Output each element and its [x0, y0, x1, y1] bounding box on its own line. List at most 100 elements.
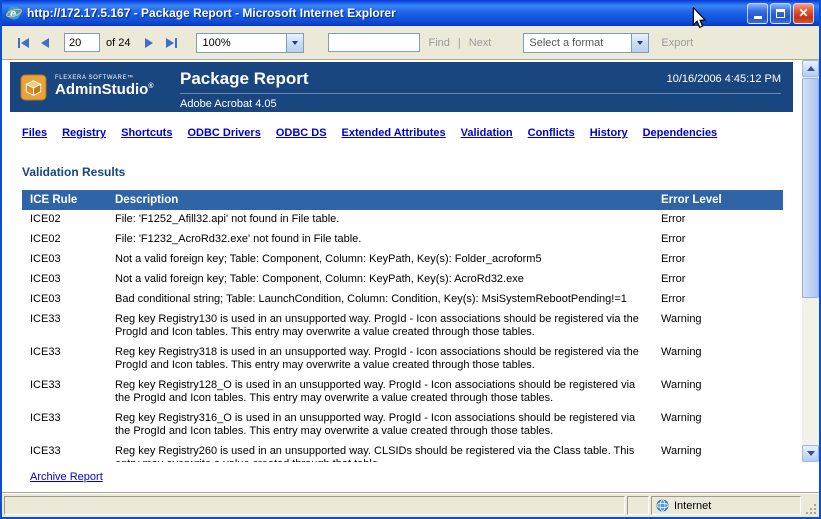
last-page-icon [175, 38, 177, 48]
first-page-icon [18, 38, 20, 48]
description-cell: Not a valid foreign key; Table: Componen… [107, 270, 653, 290]
report-nav-link[interactable]: Extended Attributes [342, 127, 446, 139]
format-value: Select a format [524, 37, 631, 49]
col-description: Description [107, 190, 653, 210]
validation-results-table: ICE Rule Description Error Level ICE02 F… [22, 190, 783, 462]
error-level-cell: Error [653, 210, 783, 230]
window-title: http://172.17.5.167 - Package Report - M… [27, 6, 742, 20]
ice-rule-cell: ICE33 [22, 409, 107, 442]
description-cell: Reg key Registry260 is used in an unsupp… [107, 442, 653, 462]
status-secondary-pane [627, 496, 649, 515]
format-select[interactable]: Select a format [523, 33, 649, 53]
table-row: ICE02 File: 'F1232_AcroRd32.exe' not fou… [22, 230, 783, 250]
find-link[interactable]: Find [428, 37, 449, 49]
zone-label: Internet [674, 500, 711, 512]
find-input[interactable] [328, 33, 420, 52]
zoom-dropdown-button[interactable] [286, 34, 303, 52]
error-level-cell: Warning [653, 409, 783, 442]
package-name: Adobe Acrobat 4.05 [180, 94, 781, 110]
report-nav-link[interactable]: Files [22, 127, 47, 139]
report-title: Package Report [180, 69, 309, 89]
error-level-cell: Error [653, 270, 783, 290]
table-row: ICE33 Reg key Registry128_O is used in a… [22, 376, 783, 409]
section-title: Validation Results [22, 165, 802, 179]
report-nav-link[interactable]: Shortcuts [121, 127, 172, 139]
report-nav-link[interactable]: Registry [62, 127, 106, 139]
description-cell: Reg key Registry316_O is used in an unsu… [107, 409, 653, 442]
scrollbar-track[interactable] [802, 299, 819, 445]
error-level-cell: Error [653, 250, 783, 270]
error-level-cell: Error [653, 290, 783, 310]
globe-icon [656, 499, 669, 512]
ice-rule-cell: ICE33 [22, 343, 107, 376]
scroll-up-button[interactable] [802, 60, 819, 77]
resize-grip[interactable] [803, 496, 817, 515]
error-level-cell: Error [653, 230, 783, 250]
zoom-select[interactable]: 100% [196, 33, 304, 53]
maximize-button[interactable] [770, 3, 791, 24]
report-nav-link[interactable]: Dependencies [643, 127, 718, 139]
col-error-level: Error Level [653, 190, 783, 210]
report-timestamp: 10/16/2006 4:45:12 PM [667, 73, 781, 85]
last-page-arrow-icon [166, 38, 174, 48]
description-cell: Not a valid foreign key; Table: Componen… [107, 250, 653, 270]
description-cell: Reg key Registry318 is used in an unsupp… [107, 343, 653, 376]
report-nav-link[interactable]: History [590, 127, 628, 139]
scroll-up-icon [807, 66, 815, 71]
archive-report-link[interactable]: Archive Report [30, 471, 103, 483]
chevron-down-icon [292, 41, 298, 45]
table-row: ICE02 File: 'F1252_Afill32.api' not foun… [22, 210, 783, 230]
ice-rule-cell: ICE03 [22, 250, 107, 270]
next-link[interactable]: Next [469, 37, 492, 49]
table-row: ICE33 Reg key Registry318 is used in an … [22, 343, 783, 376]
ice-rule-cell: ICE03 [22, 290, 107, 310]
ice-rule-cell: ICE02 [22, 230, 107, 250]
description-cell: File: 'F1252_Afill32.api' not found in F… [107, 210, 653, 230]
report-nav-link[interactable]: ODBC Drivers [187, 127, 260, 139]
maximize-icon [776, 9, 785, 18]
table-row: ICE33 Reg key Registry130 is used in an … [22, 310, 783, 343]
report-nav-link[interactable]: ODBC DS [276, 127, 327, 139]
zoom-value: 100% [197, 37, 286, 49]
close-button[interactable]: ✕ [793, 3, 814, 24]
page-count-label: of 24 [106, 37, 130, 49]
minimize-button[interactable] [747, 3, 768, 24]
ice-rule-cell: ICE33 [22, 442, 107, 462]
page-number-input[interactable] [64, 33, 100, 52]
report-toolbar: of 24 100% Find | Next Select a format E… [2, 26, 819, 60]
first-page-button[interactable] [12, 33, 34, 53]
report-nav-link[interactable]: Validation [461, 127, 513, 139]
ice-rule-cell: ICE02 [22, 210, 107, 230]
report-nav-link[interactable]: Conflicts [528, 127, 575, 139]
format-dropdown-button[interactable] [631, 34, 648, 52]
ice-rule-cell: ICE33 [22, 376, 107, 409]
table-row: ICE03 Not a valid foreign key; Table: Co… [22, 270, 783, 290]
scrollbar-thumb[interactable] [802, 78, 819, 298]
report-viewport: FLEXERA SOFTWARE™ AdminStudio® Package R… [2, 60, 819, 462]
first-page-arrow-icon [21, 38, 29, 48]
title-bar: e http://172.17.5.167 - Package Report -… [2, 0, 819, 26]
next-page-button[interactable] [138, 33, 160, 53]
previous-page-button[interactable] [34, 33, 56, 53]
brand-name-label: AdminStudio® [55, 82, 154, 99]
status-bar: Internet [2, 492, 819, 517]
scroll-down-button[interactable] [802, 445, 819, 462]
report-header-band: FLEXERA SOFTWARE™ AdminStudio® Package R… [10, 62, 793, 112]
table-row: ICE33 Reg key Registry260 is used in an … [22, 442, 783, 462]
page-footer: Archive Report [2, 462, 819, 492]
error-level-cell: Warning [653, 376, 783, 409]
table-row: ICE33 Reg key Registry316_O is used in a… [22, 409, 783, 442]
registered-mark: ® [148, 83, 153, 90]
error-level-cell: Warning [653, 442, 783, 462]
vertical-scrollbar[interactable] [802, 60, 819, 462]
grip-dots-icon [814, 512, 816, 514]
status-main-pane [4, 496, 625, 515]
ie-icon[interactable]: e [6, 5, 22, 21]
description-cell: Bad conditional string; Table: LaunchCon… [107, 290, 653, 310]
minimize-icon [754, 16, 762, 19]
export-link[interactable]: Export [661, 37, 693, 49]
last-page-button[interactable] [160, 33, 182, 53]
ice-rule-cell: ICE03 [22, 270, 107, 290]
error-level-cell: Warning [653, 310, 783, 343]
browser-window: e http://172.17.5.167 - Package Report -… [0, 0, 821, 519]
